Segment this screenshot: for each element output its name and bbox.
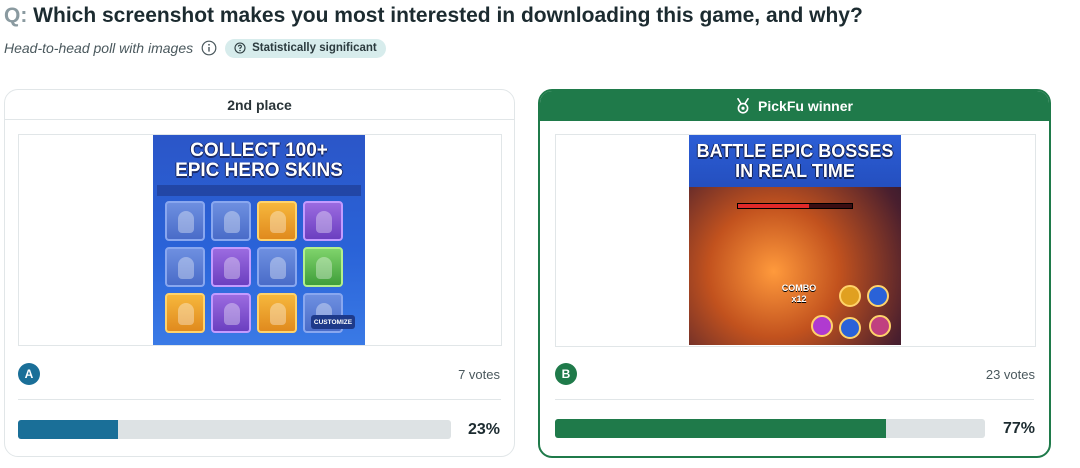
question-circle-icon	[234, 42, 246, 54]
option-a-header: 2nd place	[5, 90, 514, 120]
option-b-progress-track	[555, 419, 985, 438]
hero-tile	[257, 293, 297, 333]
skill-orb	[839, 317, 861, 339]
option-b-progress-fill	[555, 419, 887, 438]
hero-tile	[257, 201, 297, 241]
skill-orb	[811, 315, 833, 337]
skill-orb	[839, 285, 861, 307]
hero-tile	[303, 247, 343, 287]
significance-badge: Statistically significant	[225, 38, 386, 58]
option-a-votes: 7 votes	[458, 367, 500, 382]
option-b-card[interactable]: PickFu winner BATTLE EPIC BOSSES IN REAL…	[538, 89, 1051, 458]
option-b-title-line1: BATTLE EPIC BOSSES	[696, 141, 894, 161]
option-a-title-line2: EPIC HERO SKINS	[175, 160, 343, 181]
hero-tile	[165, 201, 205, 241]
option-a-image-frame[interactable]: COLLECT 100+ EPIC HERO SKINS CUSTOMIZE	[18, 134, 502, 346]
divider	[555, 399, 1034, 400]
info-icon[interactable]	[201, 40, 217, 56]
currency-bar	[157, 185, 361, 196]
option-b-place-label: PickFu winner	[758, 98, 853, 114]
boss-health-bar	[737, 203, 853, 209]
medal-icon	[737, 98, 749, 114]
option-b-percent: 77%	[1002, 420, 1035, 437]
hero-tile	[257, 247, 297, 287]
option-a-card[interactable]: 2nd place COLLECT 100+ EPIC HERO SKINS C…	[4, 89, 515, 457]
hero-tile	[211, 201, 251, 241]
hero-tile	[211, 247, 251, 287]
poll-type-label: Head-to-head poll with images	[4, 40, 194, 56]
skill-orb	[869, 315, 891, 337]
customize-button: CUSTOMIZE	[311, 315, 355, 329]
option-b-votes: 23 votes	[985, 367, 1035, 382]
question-text: Which screenshot makes you most interest…	[33, 4, 863, 27]
hero-tile	[165, 293, 205, 333]
hero-skin-grid	[165, 201, 343, 333]
combo-value: x12	[791, 294, 807, 304]
option-b-image-frame[interactable]: BATTLE EPIC BOSSES IN REAL TIME COMBO x1…	[555, 134, 1036, 347]
option-b-title-line2: IN REAL TIME	[735, 161, 855, 181]
option-b-image-title: BATTLE EPIC BOSSES IN REAL TIME	[689, 141, 901, 181]
poll-meta: Head-to-head poll with images Statistica…	[4, 38, 386, 58]
hero-tile	[303, 201, 343, 241]
option-a-place-label: 2nd place	[227, 96, 292, 113]
poll-question: Q: Which screenshot makes you most inter…	[4, 4, 863, 28]
combo-counter: COMBO x12	[777, 283, 821, 305]
question-prefix: Q:	[4, 4, 28, 27]
hero-tile	[165, 247, 205, 287]
option-b-letter-badge: B	[555, 363, 577, 385]
option-a-image-title: COLLECT 100+ EPIC HERO SKINS	[153, 141, 365, 181]
skill-orb	[867, 285, 889, 307]
combo-label: COMBO	[781, 283, 817, 293]
option-b-header: PickFu winner	[540, 91, 1049, 121]
option-b-screenshot[interactable]: BATTLE EPIC BOSSES IN REAL TIME COMBO x1…	[689, 135, 901, 345]
divider	[18, 399, 501, 400]
badge-label: Statistically significant	[252, 42, 377, 54]
option-a-percent: 23%	[467, 421, 500, 438]
option-a-progress-fill	[18, 420, 118, 439]
hero-tile	[211, 293, 251, 333]
option-a-progress-track	[18, 420, 451, 439]
option-a-letter-badge: A	[18, 363, 40, 385]
option-a-title-line1: COLLECT 100+	[190, 140, 328, 161]
option-a-screenshot[interactable]: COLLECT 100+ EPIC HERO SKINS CUSTOMIZE	[153, 135, 365, 345]
